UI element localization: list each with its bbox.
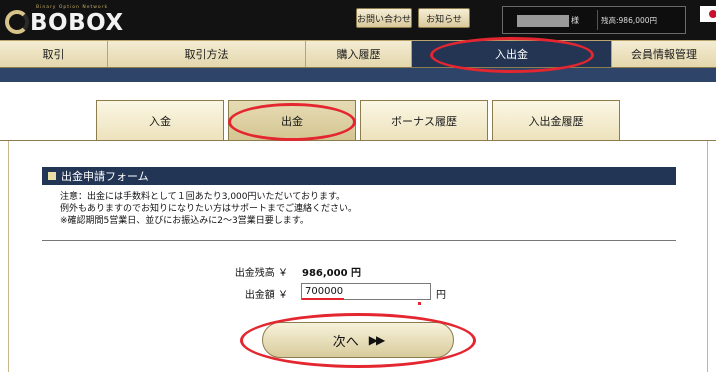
nav-item-deposit-withdrawal[interactable]: 入出金 bbox=[412, 41, 612, 67]
user-info-box: 様 残高:986,000円 bbox=[502, 6, 686, 34]
notice-line: ※確認期間5営業日、並びにお振込みに2～3営業日要します。 bbox=[60, 216, 309, 226]
divider bbox=[42, 240, 676, 241]
form-title-bar: 出金申請フォーム bbox=[42, 167, 676, 185]
double-arrow-icon: ▶▶ bbox=[368, 333, 386, 347]
divider bbox=[597, 10, 598, 30]
nav-item-trade[interactable]: 取引 bbox=[0, 41, 108, 67]
tab-withdrawal[interactable]: 出金 bbox=[228, 100, 356, 140]
form-title: 出金申請フォーム bbox=[61, 170, 149, 183]
notice-line: 注意：出金には手数料として１回あたり3,000円いただいております。 bbox=[60, 192, 346, 202]
withdrawal-amount-label: 出金額 ￥ bbox=[244, 290, 288, 301]
main-nav: 取引 取引方法 購入履歴 入出金 会員情報管理 bbox=[0, 40, 716, 68]
redacted-username bbox=[517, 15, 569, 27]
amount-unit: 円 bbox=[436, 290, 446, 301]
nav-strip bbox=[0, 68, 716, 82]
next-button[interactable]: 次へ ▶▶ bbox=[262, 322, 454, 358]
user-suffix: 様 bbox=[571, 16, 579, 25]
nav-item-how-to-trade[interactable]: 取引方法 bbox=[108, 41, 306, 67]
notice-line: 例外もありますのでお知りになりたい方はサポートまでご連絡ください。 bbox=[60, 204, 358, 214]
tab-bonus-history[interactable]: ボーナス履歴 bbox=[360, 100, 488, 140]
withdrawal-notice: 注意：出金には手数料として１回あたり3,000円いただいております。 例外もあり… bbox=[60, 191, 357, 227]
input-underline bbox=[302, 298, 344, 300]
next-label: 次へ bbox=[332, 334, 359, 350]
header: Binary Option Network BOBOX お問い合わせ お知らせ … bbox=[0, 0, 716, 40]
input-marker bbox=[418, 302, 421, 305]
contact-button[interactable]: お問い合わせ bbox=[356, 8, 412, 28]
nav-item-purchase-history[interactable]: 購入履歴 bbox=[306, 41, 412, 67]
tab-transaction-history[interactable]: 入出金履歴 bbox=[492, 100, 620, 140]
nav-item-member-info[interactable]: 会員情報管理 bbox=[612, 41, 716, 67]
header-balance: 残高:986,000円 bbox=[601, 16, 658, 25]
news-button[interactable]: お知らせ bbox=[418, 8, 470, 28]
square-bullet-icon bbox=[48, 172, 56, 180]
bobox-logo[interactable]: Binary Option Network BOBOX bbox=[0, 4, 123, 36]
logo-ring-icon bbox=[5, 10, 29, 34]
withdrawable-balance-label: 出金残高 ￥ bbox=[234, 268, 288, 279]
withdrawable-balance-value: 986,000 円 bbox=[302, 268, 362, 279]
japan-flag-icon[interactable] bbox=[700, 6, 716, 22]
tab-deposit[interactable]: 入金 bbox=[96, 100, 224, 140]
logo-text: BOBOX bbox=[30, 10, 124, 36]
